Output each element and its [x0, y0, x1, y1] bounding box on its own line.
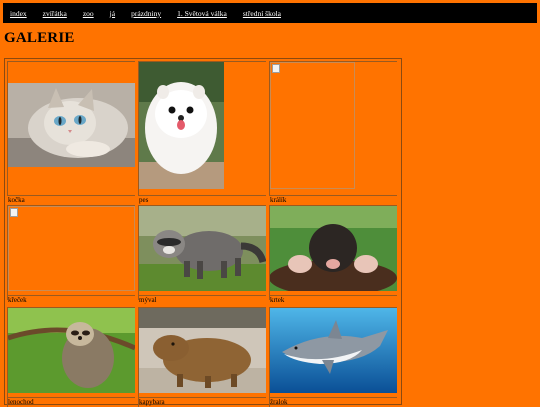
caption-divider	[270, 397, 397, 398]
broken-image-icon	[272, 64, 280, 73]
mole-image[interactable]	[270, 206, 397, 291]
gallery-cell-hamster: křeček	[7, 205, 135, 304]
top-navbar: index zvířátka zoo já prázdniny 1. Světo…	[3, 3, 537, 23]
gallery-cell-raccoon: mýval	[138, 205, 266, 304]
nav-link-prazdniny[interactable]: prázdniny	[131, 9, 161, 18]
caption-divider	[270, 295, 397, 296]
gallery-cell-mole: krtek	[269, 205, 397, 304]
caption-mole: krtek	[270, 296, 285, 304]
caption-divider	[139, 195, 266, 196]
raccoon-image[interactable]	[139, 206, 266, 291]
capybara-image[interactable]	[139, 308, 266, 393]
nav-link-index[interactable]: index	[10, 9, 27, 18]
rabbit-broken-image[interactable]	[270, 62, 355, 189]
nav-link-svetova-valka[interactable]: 1. Světová válka	[177, 9, 227, 18]
caption-divider	[8, 295, 135, 296]
gallery-cell-rabbit: králík	[269, 61, 397, 204]
page-title: GALERIE	[4, 30, 75, 46]
hamster-broken-image[interactable]	[8, 206, 135, 291]
gallery-cell-dog: pes	[138, 61, 266, 204]
gallery-cell-capybara: kapybara	[138, 307, 266, 407]
caption-divider	[8, 195, 135, 196]
nav-link-stredni-skola[interactable]: střední škola	[243, 9, 281, 18]
nav-link-ja[interactable]: já	[110, 9, 115, 18]
gallery-cell-sloth: lenochod	[7, 307, 135, 407]
caption-raccoon: mýval	[139, 296, 157, 304]
gallery-cell-cat: kočka	[7, 61, 135, 204]
caption-rabbit: králík	[270, 196, 287, 204]
gallery-table: kočka pes králík křeček mýval krtek leno…	[4, 58, 402, 407]
gallery-cell-shark: žralok	[269, 307, 397, 407]
broken-image-icon	[10, 208, 18, 217]
sloth-image[interactable]	[8, 308, 135, 393]
pomeranian-image[interactable]	[139, 62, 224, 189]
caption-divider	[139, 295, 266, 296]
nav-link-zoo[interactable]: zoo	[83, 9, 94, 18]
cat-image[interactable]	[8, 83, 135, 167]
caption-divider	[270, 195, 397, 196]
nav-link-zviratka[interactable]: zvířátka	[43, 9, 67, 18]
shark-image[interactable]	[270, 308, 397, 393]
caption-hamster: křeček	[8, 296, 27, 304]
caption-dog: pes	[139, 196, 149, 204]
caption-cat: kočka	[8, 196, 25, 204]
